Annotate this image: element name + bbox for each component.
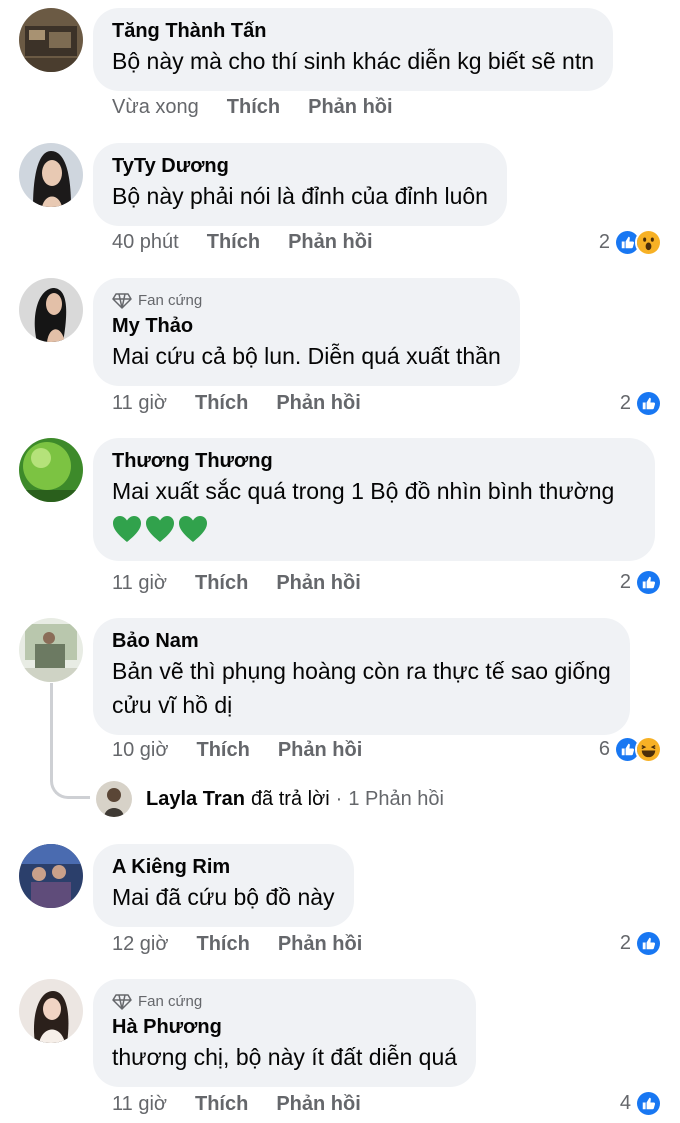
separator-dot: · bbox=[335, 787, 343, 810]
comment-actions: 12 giờ Thích Phản hồi bbox=[112, 931, 390, 957]
comment-bubble: Tăng Thành Tấn Bộ này mà cho thí sinh kh… bbox=[93, 8, 614, 91]
comment-text: Bộ này mà cho thí sinh khác diễn kg biết… bbox=[112, 48, 595, 74]
haha-icon bbox=[635, 735, 662, 763]
comment-author[interactable]: Hà Phương bbox=[112, 1015, 457, 1039]
like-button[interactable]: Thích bbox=[196, 739, 249, 762]
comment-author[interactable]: Thương Thương bbox=[112, 449, 636, 473]
green-heart-icon bbox=[113, 516, 141, 542]
reaction-summary[interactable]: 2 bbox=[620, 389, 662, 417]
avatar[interactable] bbox=[19, 143, 83, 207]
comment-bubble: A Kiêng Rim Mai đã cứu bộ đồ này bbox=[93, 844, 354, 927]
reaction-count: 2 bbox=[598, 230, 610, 253]
reaction-count: 2 bbox=[619, 570, 631, 593]
fan-badge-label: Fan cứng bbox=[138, 993, 203, 1010]
reply-author[interactable]: Layla Tran bbox=[146, 788, 245, 811]
comment-text: cửu vĩ hồ dị bbox=[112, 692, 233, 718]
comment-text: Mai đã cứu bộ đồ này bbox=[112, 884, 335, 910]
reaction-summary[interactable]: 2 bbox=[620, 929, 662, 957]
avatar bbox=[96, 781, 132, 817]
comment-time[interactable]: 10 giờ bbox=[112, 739, 168, 762]
comment-author[interactable]: TyTy Dương bbox=[112, 154, 488, 178]
comment-time[interactable]: 40 phút bbox=[112, 231, 179, 254]
comment-author[interactable]: Bảo Nam bbox=[112, 629, 611, 653]
avatar[interactable] bbox=[19, 844, 83, 908]
avatar[interactable] bbox=[19, 618, 83, 682]
reaction-count: 2 bbox=[619, 391, 631, 414]
diamond-icon bbox=[112, 993, 132, 1010]
fan-badge-label: Fan cứng bbox=[138, 292, 203, 309]
reply-button[interactable]: Phản hồi bbox=[288, 231, 372, 254]
reaction-summary[interactable]: 2 bbox=[620, 568, 662, 596]
comment-bubble: Fan cứng Hà Phương thương chị, bộ này ít… bbox=[93, 979, 477, 1087]
comment-bubble: TyTy Dương Bộ này phải nói là đỉnh của đ… bbox=[93, 143, 507, 226]
comment-bubble: Fan cứng My Thảo Mai cứu cả bộ lun. Diễn… bbox=[93, 278, 520, 386]
comment-bubble: Bảo Nam Bản vẽ thì phụng hoàng còn ra th… bbox=[93, 618, 630, 735]
reply-summary[interactable]: Layla Tran đã trả lời · 1 Phản hồi bbox=[96, 781, 444, 817]
wow-icon bbox=[635, 228, 662, 256]
like-button[interactable]: Thích bbox=[195, 1093, 248, 1116]
comment-author[interactable]: Tăng Thành Tấn bbox=[112, 19, 594, 43]
comment-bubble: Thương Thương Mai xuất sắc quá trong 1 B… bbox=[93, 438, 655, 561]
like-button[interactable]: Thích bbox=[195, 392, 248, 415]
like-button[interactable]: Thích bbox=[227, 96, 280, 119]
comment-time[interactable]: 11 giờ bbox=[112, 392, 167, 415]
comment-feed: Tăng Thành Tấn Bộ này mà cho thí sinh kh… bbox=[0, 0, 680, 1123]
like-icon bbox=[635, 1089, 662, 1117]
comment-text: Mai cứu cả bộ lun. Diễn quá xuất thần bbox=[112, 343, 501, 369]
reaction-summary[interactable]: 6 bbox=[599, 735, 662, 763]
comment-time[interactable]: 11 giờ bbox=[112, 1093, 167, 1116]
comment-actions: 40 phút Thích Phản hồi bbox=[112, 229, 401, 255]
comment-actions: 11 giờ Thích Phản hồi bbox=[112, 570, 389, 596]
comment-actions: 11 giờ Thích Phản hồi bbox=[112, 1091, 389, 1117]
fan-badge: Fan cứng bbox=[112, 993, 457, 1010]
comment-text: Bản vẽ thì phụng hoàng còn ra thực tế sa… bbox=[112, 658, 611, 684]
comment-text: Bộ này phải nói là đỉnh của đỉnh luôn bbox=[112, 183, 488, 209]
reply-button[interactable]: Phản hồi bbox=[276, 1093, 360, 1116]
comment-actions: Vừa xong Thích Phản hồi bbox=[112, 94, 421, 120]
reaction-count: 6 bbox=[598, 737, 610, 760]
avatar[interactable] bbox=[19, 979, 83, 1043]
thread-connector-line bbox=[50, 683, 90, 799]
like-icon bbox=[635, 389, 662, 417]
comment-actions: 10 giờ Thích Phản hồi bbox=[112, 737, 390, 763]
reply-button[interactable]: Phản hồi bbox=[276, 572, 360, 595]
reply-button[interactable]: Phản hồi bbox=[276, 392, 360, 415]
like-icon bbox=[635, 568, 662, 596]
like-button[interactable]: Thích bbox=[195, 572, 248, 595]
reaction-count: 2 bbox=[619, 931, 631, 954]
reaction-summary[interactable]: 2 bbox=[599, 228, 662, 256]
comment-time[interactable]: 12 giờ bbox=[112, 933, 168, 956]
diamond-icon bbox=[112, 292, 132, 309]
reply-button[interactable]: Phản hồi bbox=[278, 933, 362, 956]
reply-button[interactable]: Phản hồi bbox=[278, 739, 362, 762]
like-icon bbox=[635, 929, 662, 957]
comment-text: Mai xuất sắc quá trong 1 Bộ đồ nhìn bình… bbox=[112, 478, 615, 504]
avatar[interactable] bbox=[19, 278, 83, 342]
like-button[interactable]: Thích bbox=[207, 231, 260, 254]
reply-button[interactable]: Phản hồi bbox=[308, 96, 392, 119]
avatar[interactable] bbox=[19, 8, 83, 72]
reply-count[interactable]: 1 Phản hồi bbox=[348, 788, 444, 811]
comment-author[interactable]: A Kiêng Rim bbox=[112, 855, 335, 879]
comment-time[interactable]: 11 giờ bbox=[112, 572, 167, 595]
reaction-count: 4 bbox=[619, 1091, 631, 1114]
reaction-summary[interactable]: 4 bbox=[620, 1089, 662, 1117]
like-button[interactable]: Thích bbox=[196, 933, 249, 956]
reply-action: đã trả lời bbox=[250, 787, 330, 810]
comment-actions: 11 giờ Thích Phản hồi bbox=[112, 390, 389, 416]
avatar[interactable] bbox=[19, 438, 83, 502]
comment-time[interactable]: Vừa xong bbox=[112, 96, 199, 119]
emoji-row bbox=[112, 515, 636, 547]
fan-badge: Fan cứng bbox=[112, 292, 501, 309]
green-heart-icon bbox=[146, 516, 174, 542]
green-heart-icon bbox=[179, 516, 207, 542]
comment-author[interactable]: My Thảo bbox=[112, 314, 501, 338]
comment-text: thương chị, bộ này ít đất diễn quá bbox=[112, 1044, 458, 1070]
